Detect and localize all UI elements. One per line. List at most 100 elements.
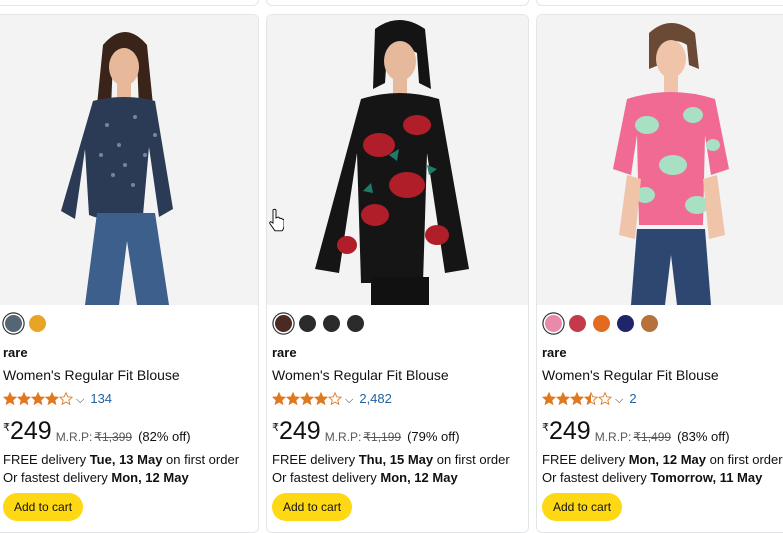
star-rating[interactable] [542,392,612,405]
star-empty-icon [59,392,73,405]
product-card[interactable]: rare Women's Regular Fit Blouse ⌵ 2 ₹ 24… [536,14,783,533]
fastest-prefix: Or fastest delivery [542,470,651,485]
product-photo [267,15,528,305]
color-swatch[interactable] [641,315,658,332]
rating-row[interactable]: ⌵ 134 [3,391,112,406]
delivery-info: FREE delivery Mon, 12 May on first order… [542,451,783,487]
delivery-date: Tue, 13 May [89,452,163,467]
discount: (79% off) [407,429,460,444]
review-count[interactable]: 2 [629,391,636,406]
add-to-cart-button[interactable]: Add to cart [272,493,353,521]
star-full-icon [286,392,300,405]
delivery-suffix: on first order [706,452,783,467]
star-full-icon [300,392,314,405]
delivery-suffix: on first order [162,452,240,467]
star-full-icon [45,392,59,405]
star-empty-icon [598,392,612,405]
star-full-icon [570,392,584,405]
mrp-label: M.R.P: [55,430,93,444]
price: 249 [279,417,321,445]
add-to-cart-button[interactable]: Add to cart [542,493,623,521]
fastest-date: Tomorrow, 11 May [650,470,763,485]
brand-name: rare [542,345,567,360]
product-title[interactable]: Women's Regular Fit Blouse [3,367,180,383]
star-full-icon [17,392,31,405]
fastest-prefix: Or fastest delivery [3,470,112,485]
delivery-date: Mon, 12 May [628,452,706,467]
delivery-info: FREE delivery Tue, 13 May on first order… [3,451,239,487]
color-swatch[interactable] [323,315,340,332]
product-image[interactable] [537,15,783,305]
product-image[interactable] [267,15,528,305]
star-full-icon [556,392,570,405]
star-rating[interactable] [272,392,342,405]
color-swatch[interactable] [299,315,316,332]
product-card[interactable]: rare Women's Regular Fit Blouse ⌵ 2,482 … [266,14,529,533]
mrp: M.R.P: ₹1,399 [56,430,132,444]
star-half-icon [584,392,598,405]
previous-row-card-edge [536,0,783,6]
color-swatches [275,315,364,332]
product-title[interactable]: Women's Regular Fit Blouse [272,367,449,383]
previous-row-card-edge [0,0,259,6]
color-swatch[interactable] [275,315,292,332]
color-swatch[interactable] [29,315,46,332]
star-empty-icon [328,392,342,405]
star-full-icon [314,392,328,405]
product-photo [0,15,258,305]
review-count[interactable]: 134 [90,391,112,406]
price: 249 [549,417,591,445]
color-swatch[interactable] [617,315,634,332]
price-row: ₹ 249 M.R.P: ₹1,499 (83% off) [542,417,730,445]
add-to-cart-button[interactable]: Add to cart [3,493,84,521]
brand-name: rare [272,345,297,360]
product-photo [537,15,783,305]
star-full-icon [542,392,556,405]
mrp-value: ₹1,199 [363,430,402,444]
discount: (82% off) [138,429,191,444]
delivery-suffix: on first order [433,452,510,467]
color-swatch[interactable] [5,315,22,332]
product-title[interactable]: Women's Regular Fit Blouse [542,367,719,383]
chevron-down-icon[interactable]: ⌵ [615,394,623,407]
mrp-value: ₹1,399 [94,430,133,444]
price: 249 [10,417,52,445]
color-swatches [545,315,658,332]
delivery-prefix: FREE delivery [542,452,629,467]
brand-name: rare [3,345,28,360]
star-full-icon [272,392,286,405]
currency-symbol: ₹ [3,422,10,434]
previous-row-card-edge [266,0,529,6]
delivery-prefix: FREE delivery [272,452,359,467]
chevron-down-icon[interactable]: ⌵ [345,394,353,407]
review-count[interactable]: 2,482 [359,391,392,406]
mrp-value: ₹1,499 [633,430,672,444]
star-full-icon [31,392,45,405]
color-swatch[interactable] [347,315,364,332]
fastest-prefix: Or fastest delivery [272,470,381,485]
delivery-info: FREE delivery Thu, 15 May on first order… [272,451,510,487]
mrp-label: M.R.P: [594,430,632,444]
color-swatch[interactable] [569,315,586,332]
fastest-date: Mon, 12 May [380,470,458,485]
discount: (83% off) [677,429,730,444]
hand-cursor-icon [269,208,284,232]
color-swatches [5,315,46,332]
currency-symbol: ₹ [542,422,549,434]
product-grid: rare Women's Regular Fit Blouse ⌵ 134 ₹ … [0,0,783,533]
rating-row[interactable]: ⌵ 2 [542,391,637,406]
color-swatch[interactable] [545,315,562,332]
currency-symbol: ₹ [272,422,279,434]
mrp: M.R.P: ₹1,199 [325,430,401,444]
fastest-date: Mon, 12 May [111,470,189,485]
star-rating[interactable] [3,392,73,405]
mrp-label: M.R.P: [324,430,362,444]
product-image[interactable] [0,15,258,305]
price-row: ₹ 249 M.R.P: ₹1,199 (79% off) [272,417,460,445]
rating-row[interactable]: ⌵ 2,482 [272,391,392,406]
mrp: M.R.P: ₹1,499 [595,430,671,444]
color-swatch[interactable] [593,315,610,332]
price-row: ₹ 249 M.R.P: ₹1,399 (82% off) [3,417,191,445]
product-card[interactable]: rare Women's Regular Fit Blouse ⌵ 134 ₹ … [0,14,259,533]
chevron-down-icon[interactable]: ⌵ [76,394,84,407]
